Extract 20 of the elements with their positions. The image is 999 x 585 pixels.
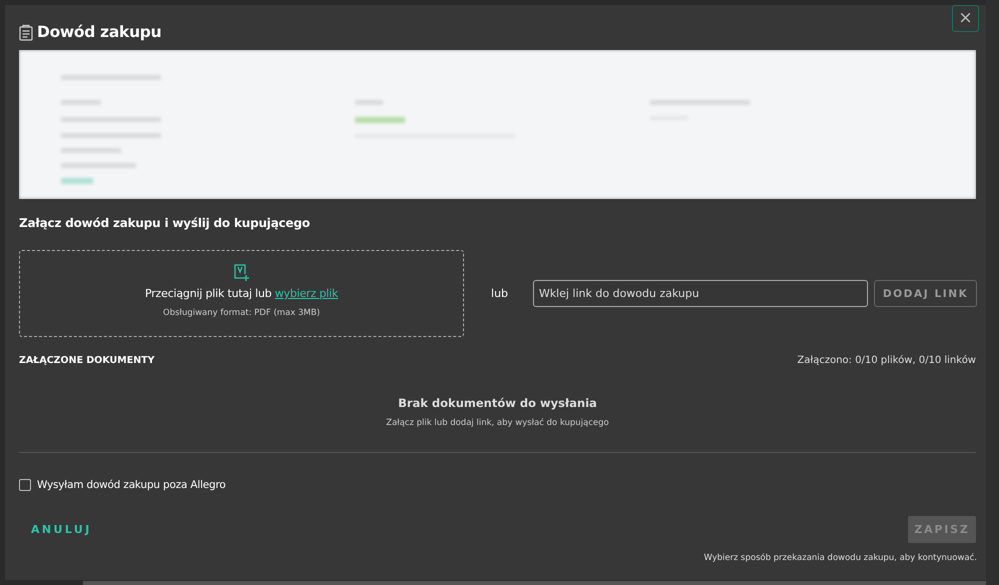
link-input-field[interactable]: Wklej link do dowodu zakupu xyxy=(532,280,868,307)
attachment-counter: Załączono: 0/10 plików, 0/10 linków xyxy=(797,355,976,366)
dialog-title: Dowód zakupu xyxy=(37,23,162,41)
empty-title: Brak dokumentów do wysłania xyxy=(398,396,597,410)
format-hint: Obsługiwany format: PDF (max 3MB) xyxy=(163,308,320,318)
clipboard-icon xyxy=(19,24,33,40)
or-label: lub xyxy=(491,287,510,300)
checkbox-label[interactable]: Wysyłam dowód zakupu poza Allegro xyxy=(37,479,226,491)
choose-file-link[interactable]: wybierz plik xyxy=(274,287,338,300)
empty-hint: Załącz plik lub dodaj link, aby wysłać do kupującego xyxy=(386,418,609,428)
attach-heading: Załącz dowód zakupu i wyślij do kupującego xyxy=(19,216,311,230)
footer-note: Wybierz sposób przekazania dowodu zakupu, aby kontynuować. xyxy=(702,553,977,563)
cancel-button[interactable]: ANULUJ xyxy=(19,517,104,542)
close-button[interactable]: × xyxy=(952,5,979,32)
file-add-icon xyxy=(234,264,250,282)
documents-heading: ZAŁĄCZONE DOKUMENTY xyxy=(19,355,155,366)
checkbox[interactable] xyxy=(19,479,31,491)
scrollbar[interactable] xyxy=(986,0,999,585)
dropzone-text: Przeciągnij plik tutaj lub wybierz plik xyxy=(144,287,338,300)
file-dropzone[interactable]: Przeciągnij plik tutaj lub wybierz plik Obsługiwany format: PDF (max 3MB) xyxy=(19,250,464,337)
